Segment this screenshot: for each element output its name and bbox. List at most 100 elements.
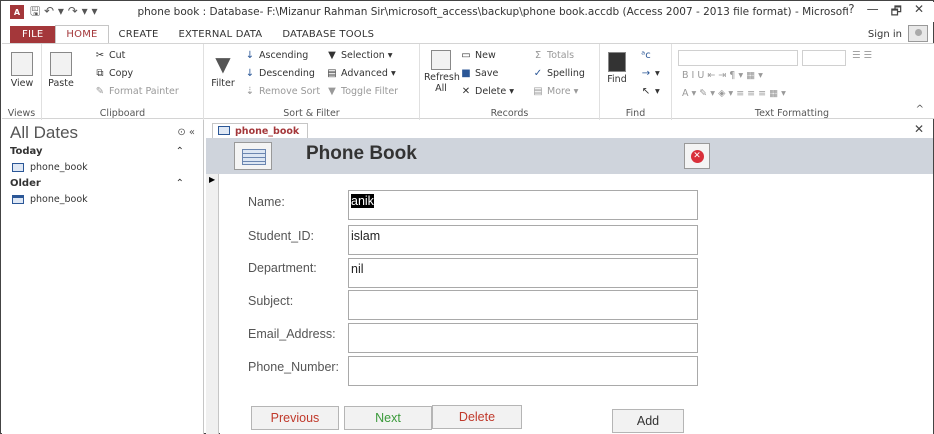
avatar[interactable]: [908, 25, 928, 42]
current-record-icon: ▶: [209, 175, 216, 184]
refresh-all-button[interactable]: Refresh All: [424, 50, 460, 94]
department-field[interactable]: nil: [348, 258, 698, 288]
descending-button[interactable]: ↓ Descending: [244, 68, 315, 79]
email-address-label: Email_Address:: [248, 327, 336, 341]
navigation-pane: All Dates ⊙ « Today ⌃ phone_book Older ⌃ p…: [2, 120, 204, 434]
student-id-field[interactable]: islam: [348, 225, 698, 255]
clipboard-group-label: Clipboard: [99, 108, 146, 119]
phone-number-label: Phone_Number:: [248, 360, 340, 374]
restore-button[interactable]: 🗗: [891, 2, 902, 23]
name-field[interactable]: anik: [348, 190, 698, 220]
close-window-button[interactable]: ✕: [914, 2, 924, 23]
remove-sort-button[interactable]: ⇣ Remove Sort: [244, 86, 320, 97]
chevron-down-icon: ▾: [509, 86, 514, 97]
tab-external-data[interactable]: EXTERNAL DATA: [169, 26, 273, 43]
next-button[interactable]: Next: [344, 406, 432, 430]
form-icon: [12, 163, 24, 172]
copy-icon: ⧉: [96, 68, 104, 79]
remove-sort-icon: ⇣: [245, 86, 255, 97]
tab-database-tools[interactable]: DATABASE TOOLS: [272, 26, 384, 43]
form-icon: [218, 126, 230, 135]
chevron-down-icon: ▾: [655, 68, 660, 79]
more-button[interactable]: ▤ More ▾: [532, 86, 578, 97]
toggle-filter-button[interactable]: ▼ Toggle Filter: [326, 86, 398, 97]
filter-icon: ▼: [215, 52, 231, 76]
font-name-select[interactable]: [678, 50, 798, 66]
access-app-icon[interactable]: A: [10, 5, 24, 19]
name-label: Name:: [248, 195, 285, 209]
delete-record-button[interactable]: ✕ Delete ▾: [460, 86, 514, 97]
form-logo-icon: [234, 142, 272, 170]
ascending-button[interactable]: ↓ Ascending: [244, 50, 308, 61]
sort-descending-icon: ↓: [245, 68, 255, 79]
save-record-button[interactable]: ■ Save: [460, 68, 498, 79]
nav-pane-title[interactable]: All Dates: [10, 123, 78, 143]
close-document-icon[interactable]: ✕: [914, 122, 924, 136]
subject-field[interactable]: [348, 290, 698, 320]
select-button[interactable]: ↖ ▾: [640, 86, 660, 97]
copy-button[interactable]: ⧉ Copy: [94, 68, 133, 79]
bullets-button[interactable]: ☰ ☰: [852, 50, 872, 61]
cut-button[interactable]: ✂ Cut: [94, 50, 126, 61]
find-button[interactable]: Find: [604, 52, 630, 85]
filter-button[interactable]: ▼ Filter: [210, 52, 236, 89]
spelling-button[interactable]: ✓ Spelling: [532, 68, 585, 79]
collapse-ribbon-icon[interactable]: ^: [916, 104, 924, 115]
sort-filter-group: ▼ Filter ↓ Ascending ↓ Descending ⇣ Remove …: [204, 44, 420, 120]
tab-file[interactable]: FILE: [10, 26, 56, 43]
chevron-down-icon: ▾: [655, 86, 660, 97]
record-selector[interactable]: ▶: [206, 174, 219, 434]
ribbon: View Views Paste ✂ Cut ⧉ Copy ✎ Format Pain…: [2, 43, 934, 120]
collapse-icon: ⌃: [175, 178, 184, 189]
quick-access-toolbar[interactable]: 🖫 ↶ ▾ ↷ ▾ ▾: [30, 2, 97, 23]
department-label: Department:: [248, 261, 317, 275]
scissors-icon: ✂: [95, 50, 105, 61]
chevron-down-icon: ▾: [387, 50, 393, 61]
nav-section-today[interactable]: Today ⌃: [10, 146, 196, 157]
collapse-icon: ⌃: [175, 146, 184, 157]
delete-icon: ✕: [461, 86, 471, 97]
previous-button[interactable]: Previous: [251, 406, 339, 430]
format-painter-button[interactable]: ✎ Format Painter: [94, 86, 179, 97]
paste-icon: [50, 52, 72, 76]
email-address-field[interactable]: [348, 323, 698, 353]
document-tab-phone-book[interactable]: phone_book: [212, 123, 309, 138]
nav-section-older[interactable]: Older ⌃: [10, 178, 196, 189]
text-formatting-group: ☰ ☰ B I U ⇤ ⇥ ¶ ▾ ▦ ▾ A ▾ ✎ ▾ ◈ ▾ ≡ ≡ ≡ …: [672, 44, 912, 120]
paste-button[interactable]: Paste: [46, 52, 76, 89]
advanced-button[interactable]: ▤ Advanced ▾: [326, 68, 395, 79]
nav-item-phone-book-form[interactable]: phone_book: [12, 162, 88, 173]
cursor-icon: ↖: [641, 86, 651, 97]
sign-in-link[interactable]: Sign in: [868, 29, 902, 40]
add-button[interactable]: Add: [612, 409, 684, 433]
save-icon: ■: [461, 68, 471, 79]
delete-button[interactable]: Delete: [432, 405, 522, 429]
format-icons: B I U ⇤ ⇥ ¶ ▾ ▦ ▾: [682, 70, 763, 81]
selection-filter-icon: ▼: [328, 50, 336, 61]
nav-item-phone-book-table[interactable]: phone_book: [12, 194, 88, 205]
subject-label: Subject:: [248, 294, 294, 308]
replace-button[interactable]: ᵃc: [640, 50, 652, 61]
arrow-right-icon: →: [641, 68, 651, 79]
text-format-buttons[interactable]: B I U ⇤ ⇥ ¶ ▾ ▦ ▾: [682, 70, 763, 81]
tab-create[interactable]: CREATE: [109, 26, 169, 43]
selection-button[interactable]: ▼ Selection ▾: [326, 50, 393, 61]
color-align-buttons[interactable]: A ▾ ✎ ▾ ◈ ▾ ≡ ≡ ≡ ▦ ▾: [682, 88, 786, 99]
tab-home[interactable]: HOME: [55, 25, 109, 43]
help-button[interactable]: ?: [848, 2, 854, 23]
go-to-button[interactable]: → ▾: [640, 68, 660, 79]
phone-number-field[interactable]: [348, 356, 698, 386]
view-button[interactable]: View: [8, 52, 36, 89]
close-form-button[interactable]: ✕: [684, 143, 710, 169]
totals-button[interactable]: Σ Totals: [532, 50, 574, 61]
spelling-icon: ✓: [533, 68, 543, 79]
font-size-select[interactable]: [802, 50, 846, 66]
minimize-button[interactable]: —: [867, 2, 879, 23]
brush-icon: ✎: [95, 86, 105, 97]
replace-icon: ᵃc: [641, 50, 651, 61]
form-header: Phone Book ✕: [206, 138, 933, 174]
new-record-icon: ▭: [461, 50, 471, 61]
new-record-button[interactable]: ▭ New: [460, 50, 495, 61]
nav-pane-controls[interactable]: ⊙ «: [177, 127, 195, 138]
records-group: Refresh All ▭ New ■ Save ✕ Delete ▾ Σ Totals …: [420, 44, 600, 120]
